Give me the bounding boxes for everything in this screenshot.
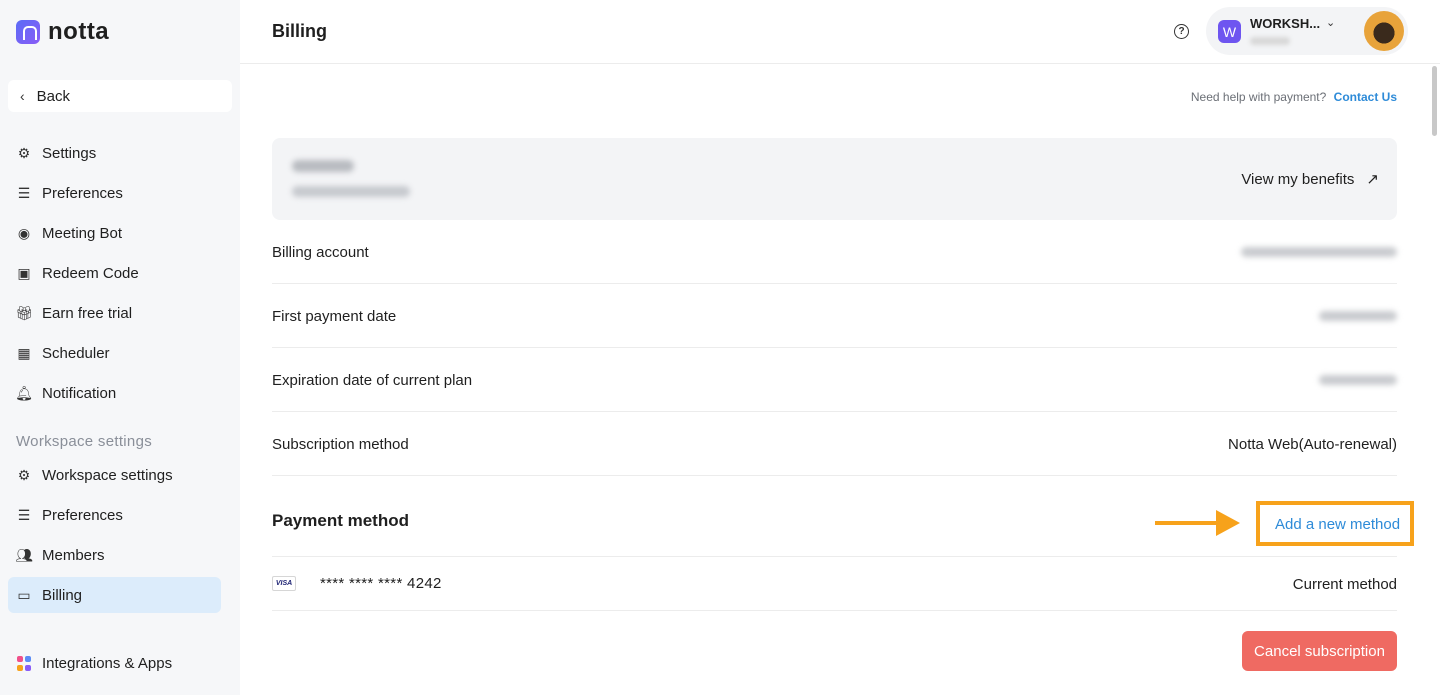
sidebar-item-label: Billing xyxy=(42,586,83,604)
redeem-icon: ▣ xyxy=(17,264,31,281)
benefits-label: View my benefits xyxy=(1241,170,1355,188)
payment-method-title: Payment method xyxy=(272,511,409,530)
user-avatar[interactable] xyxy=(1364,11,1404,51)
payment-help-line: Need help with payment? Contact Us xyxy=(1191,90,1397,104)
scrollbar[interactable] xyxy=(1432,66,1437,136)
subscription-method-value: Notta Web(Auto-renewal) xyxy=(1228,436,1397,453)
sidebar-item-label: Scheduler xyxy=(42,344,110,362)
sidebar-item-label: Notification xyxy=(42,384,117,402)
row-label: Expiration date of current plan xyxy=(272,372,473,389)
sidebar-item-redeem-code[interactable]: ▣ Redeem Code xyxy=(8,255,221,291)
sidebar-item-integrations[interactable]: Integrations & Apps xyxy=(8,645,221,681)
view-benefits-link[interactable]: View my benefits ↗ xyxy=(1241,170,1379,189)
sidebar-item-preferences[interactable]: ☰ Preferences xyxy=(8,175,221,211)
sidebar-item-label: Preferences xyxy=(42,506,123,524)
chevron-left-icon: ‹ xyxy=(20,88,25,104)
sidebar-item-workspace-settings[interactable]: ⚙ Workspace settings xyxy=(8,457,221,493)
billing-account-row: Billing account xyxy=(272,220,1397,284)
back-label: Back xyxy=(36,87,71,105)
calendar-icon: ▦ xyxy=(17,344,31,361)
back-button[interactable]: ‹ Back xyxy=(8,80,232,112)
expiration-date-value-redacted xyxy=(1319,375,1397,385)
help-icon[interactable]: ? xyxy=(1174,24,1189,39)
billing-account-value-redacted xyxy=(1241,247,1397,257)
sidebar-item-meeting-bot[interactable]: ◉ Meeting Bot xyxy=(8,215,221,251)
row-label: Billing account xyxy=(272,244,369,261)
sidebar: notta ‹ Back ⚙ Settings ☰ Preferences ◉ … xyxy=(0,0,240,695)
visa-icon: VISA xyxy=(272,576,296,591)
sidebar-item-scheduler[interactable]: ▦ Scheduler xyxy=(8,335,221,371)
annotation-arrow-line xyxy=(1155,521,1221,525)
workspace-switcher[interactable]: W WORKSH... ⌄ xyxy=(1206,7,1408,55)
subscription-method-row: Subscription method Notta Web(Auto-renew… xyxy=(272,412,1397,476)
sidebar-item-label: Members xyxy=(42,546,105,564)
plan-card: View my benefits ↗ xyxy=(272,138,1397,220)
notta-logo-icon xyxy=(16,20,40,44)
sliders-icon: ☰ xyxy=(17,184,31,201)
sidebar-item-label: Meeting Bot xyxy=(42,224,123,242)
sidebar-item-label: Preferences xyxy=(42,184,123,202)
workspace-subtitle-redacted xyxy=(1250,37,1290,45)
cancel-subscription-button[interactable]: Cancel subscription xyxy=(1242,631,1397,671)
row-label: Subscription method xyxy=(272,436,409,453)
plan-detail-redacted xyxy=(292,186,410,197)
expiration-date-row: Expiration date of current plan xyxy=(272,348,1397,412)
sidebar-item-settings[interactable]: ⚙ Settings xyxy=(8,135,221,171)
gear-icon: ⚙ xyxy=(17,144,31,161)
sidebar-item-billing[interactable]: ▭ Billing xyxy=(8,577,221,613)
sidebar-item-label: Redeem Code xyxy=(42,264,139,282)
contact-us-link[interactable]: Contact Us xyxy=(1334,90,1397,104)
chevron-down-icon: ⌄ xyxy=(1326,17,1336,29)
help-text: Need help with payment? xyxy=(1190,90,1327,104)
arrow-up-right-icon: ↗ xyxy=(1366,171,1379,188)
workspace-name: WORKSH... xyxy=(1250,16,1321,31)
sidebar-item-label: Integrations & Apps xyxy=(42,654,173,672)
sidebar-item-earn-free-trial[interactable]: 🎁︎ Earn free trial xyxy=(8,295,221,331)
page-header: Billing ? W WORKSH... ⌄ xyxy=(240,0,1440,64)
sidebar-item-workspace-preferences[interactable]: ☰ Preferences xyxy=(8,497,221,533)
page-title: Billing xyxy=(272,21,327,41)
logo-text: notta xyxy=(48,18,110,45)
add-new-method-link[interactable]: Add a new method xyxy=(1275,516,1400,533)
plan-name-redacted xyxy=(292,160,354,172)
row-label: First payment date xyxy=(272,308,397,325)
bell-icon: 🔔︎ xyxy=(15,384,33,401)
sliders-icon: ☰ xyxy=(17,506,31,523)
first-payment-date-value-redacted xyxy=(1319,311,1397,321)
workspace-section-title: Workspace settings xyxy=(16,433,153,450)
app-logo[interactable]: notta xyxy=(16,18,109,46)
first-payment-date-row: First payment date xyxy=(272,284,1397,348)
card-number: **** **** **** 4242 xyxy=(320,575,442,592)
bot-icon: ◉ xyxy=(17,224,31,241)
sidebar-item-label: Earn free trial xyxy=(42,304,133,322)
payment-card-row: VISA **** **** **** 4242 Current method xyxy=(272,557,1397,611)
members-icon: 👥︎ xyxy=(15,546,33,563)
workspace-avatar: W xyxy=(1218,20,1241,43)
gear-icon: ⚙ xyxy=(17,466,31,483)
sidebar-item-label: Workspace settings xyxy=(42,466,173,484)
card-status: Current method xyxy=(1292,576,1397,593)
sidebar-item-label: Settings xyxy=(42,144,97,162)
sidebar-item-notification[interactable]: 🔔︎ Notification xyxy=(8,375,221,411)
gift-icon: 🎁︎ xyxy=(15,304,33,321)
card-icon: ▭ xyxy=(17,586,31,603)
sidebar-item-members[interactable]: 👥︎ Members xyxy=(8,537,221,573)
apps-grid-icon xyxy=(16,655,32,671)
annotation-arrow-head xyxy=(1216,510,1240,536)
